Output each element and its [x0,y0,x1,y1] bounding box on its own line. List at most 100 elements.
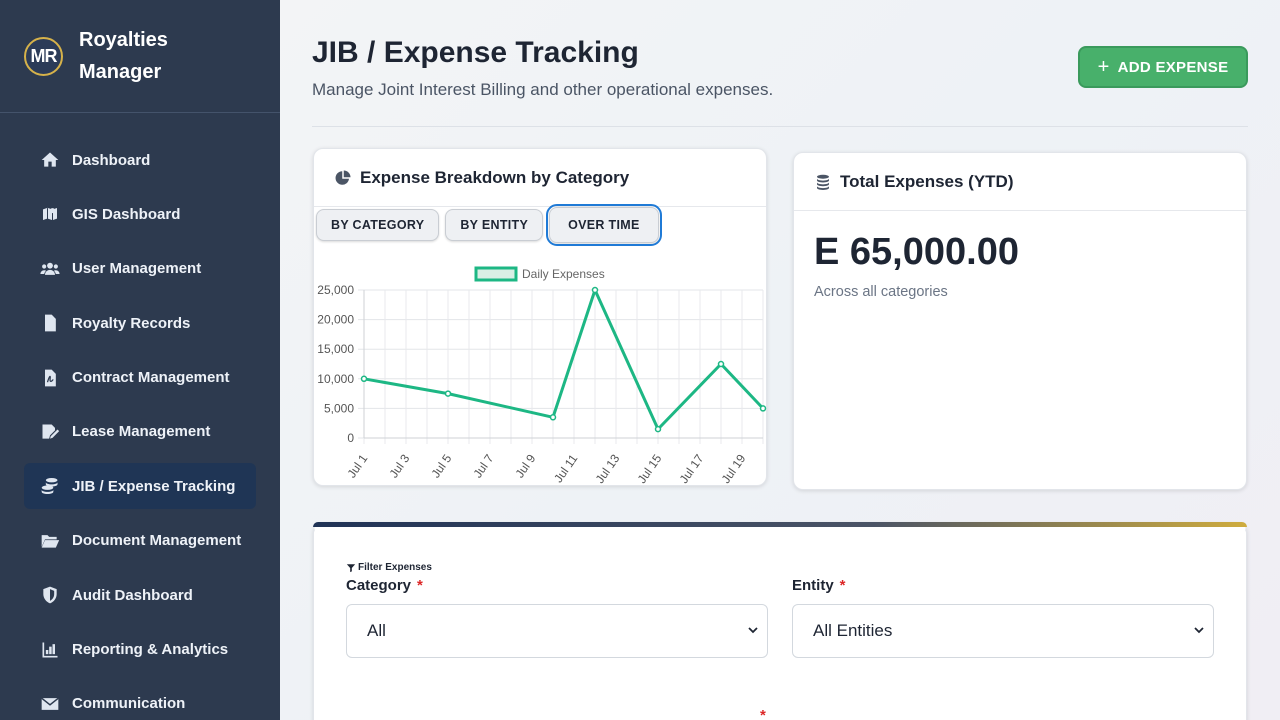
tab-by-entity[interactable]: BY ENTITY [445,209,544,241]
entity-select-value: All Entities [813,621,893,640]
total-expenses-title: Total Expenses (YTD) [840,171,1014,191]
sidebar-item-dashboard[interactable]: Dashboard [24,137,256,183]
plus-icon: + [1097,55,1110,78]
filter-title-label: Filter Expenses [358,562,432,573]
sidebar-item-reporting-analytics[interactable]: Reporting & Analytics [24,627,256,673]
sidebar-item-user-management[interactable]: User Management [24,246,256,292]
sidebar-item-label: User Management [72,260,202,278]
sidebar-item-label: Reporting & Analytics [72,641,229,659]
data-point [759,405,767,412]
expense-breakdown-header: Expense Breakdown by Category [314,149,766,207]
entity-label: Entity * [792,577,846,594]
map-icon [40,204,60,224]
sidebar-item-lease-management[interactable]: Lease Management [24,409,256,455]
filter-icon [346,563,356,572]
coins-icon [40,476,60,496]
x-tick-label: Jul 19 [719,451,749,486]
x-tick-label: Jul 3 [386,451,412,480]
category-label-text: Category [346,577,412,594]
data-point [591,286,599,294]
sidebar: MR Royalties Manager Dashboard GIS Dashb… [0,0,280,720]
x-tick-label: Jul 9 [512,451,538,480]
filter-title: Filter Expenses [346,562,432,573]
add-expense-label: ADD EXPENSE [1117,58,1229,76]
data-point [444,390,452,397]
required-mark: * [760,707,766,720]
category-select-value: All [367,621,386,640]
sidebar-item-label: Royalty Records [72,314,191,332]
filter-accent-bar [313,522,1247,527]
document-icon [40,313,60,333]
sidebar-item-label: Contract Management [72,369,230,387]
data-point [360,375,368,383]
x-tick-label: Jul 7 [470,451,496,480]
envelope-icon [40,694,60,714]
y-tick-label: 15,000 [317,342,354,356]
sidebar-item-label: Lease Management [72,423,211,441]
sidebar-item-jib-expense-tracking[interactable]: JIB / Expense Tracking [24,463,256,510]
expense-breakdown-card: Expense Breakdown by Category BY CATEGOR… [313,148,767,486]
header-divider [312,126,1248,127]
y-tick-label: 25,000 [317,283,354,297]
required-mark: * [839,577,846,594]
sidebar-item-label: Audit Dashboard [72,586,193,604]
expense-breakdown-title: Expense Breakdown by Category [360,167,630,187]
sidebar-item-gis-dashboard[interactable]: GIS Dashboard [24,191,256,237]
sidebar-item-label: Document Management [72,532,242,550]
legend-label: Daily Expenses [522,267,605,281]
shield-icon [40,585,60,605]
entity-label-text: Entity [792,577,834,594]
total-expenses-header: Total Expenses (YTD) [794,153,1246,211]
page-subtitle: Manage Joint Interest Billing and other … [312,80,774,99]
x-tick-label: Jul 15 [635,451,665,486]
total-expenses-card: Total Expenses (YTD) E 65,000.00 Across … [793,152,1247,490]
brand-logo: MR [24,36,63,76]
sidebar-item-audit-dashboard[interactable]: Audit Dashboard [24,572,256,618]
contract-icon [40,368,60,388]
y-tick-label: 20,000 [317,313,354,327]
sidebar-item-communication[interactable]: Communication [24,681,256,720]
bar-chart-icon [40,640,60,660]
brand[interactable]: MR Royalties Manager [0,0,280,113]
brand-name: Royalties Manager [79,29,168,83]
sidebar-item-contract-management[interactable]: Contract Management [24,355,256,401]
data-point [717,360,725,368]
x-tick-label: Jul 17 [677,451,707,486]
tab-over-time[interactable]: OVER TIME [546,204,662,246]
x-tick-label: Jul 13 [593,451,623,486]
page-title: JIB / Expense Tracking [312,36,639,69]
category-label: Category * [346,577,423,594]
sidebar-item-royalty-records[interactable]: Royalty Records [24,300,256,346]
x-tick-label: Jul 5 [428,451,454,480]
chevron-down-icon [1194,627,1204,634]
sidebar-item-label: Communication [72,695,186,713]
filter-card: Filter Expenses Category * All Entity * Al… [313,522,1247,720]
entity-select[interactable]: All Entities [792,604,1214,658]
signature-icon [40,422,60,442]
sidebar-item-document-management[interactable]: Document Management [24,518,256,564]
add-expense-button[interactable]: + ADD EXPENSE [1078,46,1248,88]
home-icon [40,150,60,170]
data-point [654,425,662,433]
pie-chart-icon [335,170,351,185]
tab-by-category[interactable]: BY CATEGORY [316,209,440,241]
chevron-down-icon [748,627,758,634]
folder-icon [40,531,60,551]
y-tick-label: 5,000 [324,401,354,415]
sidebar-item-label: JIB / Expense Tracking [72,477,236,495]
y-tick-label: 10,000 [317,372,354,386]
coins-icon [817,174,829,190]
sidebar-item-label: GIS Dashboard [72,205,181,223]
total-expenses-subtitle: Across all categories [814,284,948,300]
sidebar-item-label: Dashboard [72,151,151,169]
x-tick-label: Jul 1 [344,451,370,480]
x-tick-label: Jul 11 [551,451,581,485]
users-icon [40,259,60,279]
category-select[interactable]: All [346,604,768,658]
main-content: JIB / Expense Tracking Manage Joint Inte… [280,0,1280,720]
legend-swatch [474,266,518,282]
breakdown-tabs: BY CATEGORY BY ENTITY OVER TIME [314,204,662,246]
data-point [549,414,557,421]
expense-line-chart: 0 5,000 10,000 15,000 20,000 25,000 Jul 1 Jul 3… [317,266,767,486]
total-expenses-value: E 65,000.00 [814,231,1019,273]
